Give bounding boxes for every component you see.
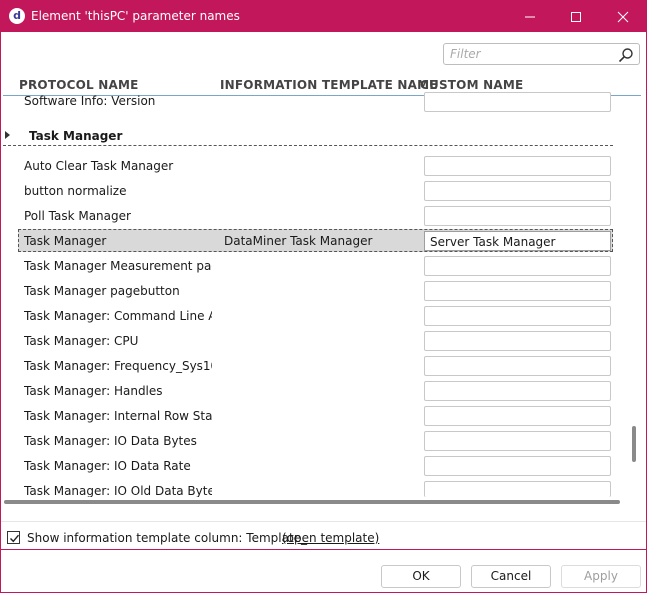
param-name: Task Manager Measurement pagebu	[24, 259, 212, 273]
filter-input[interactable]	[450, 46, 610, 62]
footer-divider	[1, 549, 646, 550]
title-bar[interactable]: d Element 'thisPC' parameter names	[1, 1, 646, 32]
param-name: Poll Task Manager	[24, 209, 131, 223]
maximize-button[interactable]	[553, 1, 599, 32]
window-title: Element 'thisPC' parameter names	[31, 9, 240, 23]
param-name: Task Manager: Internal Row Status	[24, 409, 212, 423]
checkmark-icon	[10, 534, 20, 543]
param-name: Task Manager: CPU	[24, 334, 139, 348]
apply-button[interactable]: Apply	[561, 565, 641, 588]
group-header-task-manager[interactable]: Task Manager	[3, 125, 613, 146]
open-template-link[interactable]: (open template)	[282, 531, 379, 545]
param-name: Task Manager: IO Data Bytes	[24, 434, 197, 448]
custom-name-input[interactable]	[424, 381, 611, 401]
param-name: button normalize	[24, 184, 127, 198]
custom-name-input-selected[interactable]: Server Task Manager	[424, 231, 611, 251]
param-name-software-info-version: Software Info: Version	[24, 94, 156, 108]
param-name-selected: Task Manager	[24, 234, 107, 248]
close-button[interactable]	[600, 1, 646, 32]
custom-name-input[interactable]	[424, 156, 611, 176]
maximize-icon	[571, 12, 581, 22]
custom-name-input[interactable]	[424, 406, 611, 426]
custom-name-input[interactable]	[424, 281, 611, 301]
column-header-protocol-name[interactable]: PROTOCOL NAME	[19, 78, 139, 92]
dataminer-logo-icon: d	[9, 8, 25, 24]
vertical-scrollbar[interactable]	[632, 426, 636, 462]
param-name: Task Manager: IO Old Data Bytes	[24, 484, 212, 497]
param-name: Task Manager: Command Line Argu	[24, 309, 212, 323]
custom-name-input[interactable]	[424, 256, 611, 276]
custom-name-input[interactable]	[424, 356, 611, 376]
param-name: Auto Clear Task Manager	[24, 159, 174, 173]
column-header-information-template-name[interactable]: INFORMATION TEMPLATE NAME	[220, 78, 438, 92]
param-name: Task Manager: Handles	[24, 384, 163, 398]
content-divider	[1, 521, 646, 522]
custom-name-input[interactable]	[424, 331, 611, 351]
search-icon[interactable]	[618, 47, 634, 63]
custom-name-input[interactable]	[424, 92, 611, 112]
param-name: Task Manager: IO Data Rate	[24, 459, 191, 473]
custom-name-input[interactable]	[424, 456, 611, 476]
custom-name-input[interactable]	[424, 206, 611, 226]
expand-arrow-icon[interactable]	[5, 131, 10, 139]
custom-name-input[interactable]	[424, 181, 611, 201]
group-label: Task Manager	[29, 129, 123, 143]
custom-name-input[interactable]	[424, 481, 611, 497]
param-name: Task Manager pagebutton	[24, 284, 180, 298]
template-name-selected: DataMiner Task Manager	[224, 234, 373, 248]
ok-button[interactable]: OK	[381, 565, 461, 588]
show-template-label: Show information template column: Templa…	[27, 531, 308, 545]
custom-name-input[interactable]	[424, 306, 611, 326]
minimize-button[interactable]	[507, 1, 553, 32]
dialog-window: d Element 'thisPC' parameter names PROTO…	[0, 0, 647, 593]
cancel-button[interactable]: Cancel	[471, 565, 551, 588]
column-header-custom-name[interactable]: CUSTOM NAME	[420, 78, 523, 92]
show-template-checkbox[interactable]	[7, 531, 20, 544]
minimize-icon	[525, 16, 535, 18]
horizontal-scrollbar[interactable]	[4, 500, 620, 504]
param-name: Task Manager: Frequency_Sys100NS	[24, 359, 212, 373]
custom-name-value: Server Task Manager	[430, 235, 556, 249]
custom-name-input[interactable]	[424, 431, 611, 451]
filter-box[interactable]	[443, 43, 640, 65]
close-icon	[617, 11, 629, 23]
